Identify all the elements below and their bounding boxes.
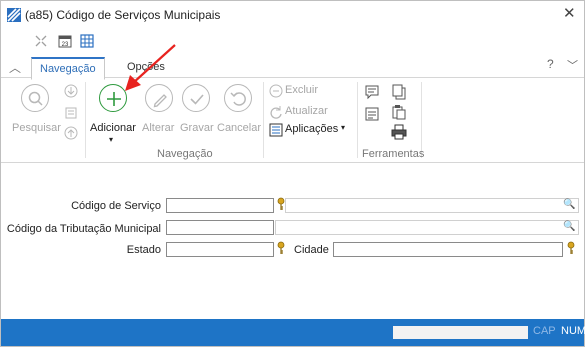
svg-text:23: 23 bbox=[62, 42, 69, 48]
arrow-up-icon[interactable] bbox=[64, 126, 78, 140]
gravar-button[interactable] bbox=[182, 84, 210, 112]
codigo-servico-label: Código de Serviço bbox=[71, 200, 161, 212]
status-bar: CAP NUM bbox=[1, 319, 585, 346]
check-icon bbox=[190, 94, 204, 105]
chevron-up-icon[interactable]: ︿ bbox=[9, 59, 21, 76]
chevron-down-icon[interactable]: ▾ bbox=[109, 135, 113, 144]
codigo-tributacao-label: Código da Tributação Municipal bbox=[6, 223, 161, 235]
group-label-ferramentas: Ferramentas bbox=[362, 148, 425, 160]
form-icon[interactable] bbox=[364, 106, 380, 122]
search-icon bbox=[28, 91, 43, 106]
group-label-navegacao: Navegação bbox=[157, 148, 213, 160]
copy-icon[interactable] bbox=[391, 84, 407, 100]
estado-field[interactable] bbox=[166, 242, 274, 257]
chat-icon[interactable] bbox=[364, 84, 380, 100]
excluir-label: Excluir bbox=[285, 84, 319, 96]
close-icon[interactable]: ✕ bbox=[563, 4, 576, 22]
codigo-servico-description-field[interactable] bbox=[285, 198, 579, 213]
record-icon[interactable] bbox=[64, 106, 78, 120]
cidade-field[interactable] bbox=[333, 242, 563, 257]
separator bbox=[263, 82, 264, 158]
key-icon[interactable] bbox=[277, 197, 285, 211]
search-icon[interactable]: 🔍 bbox=[563, 221, 575, 232]
printer-icon[interactable] bbox=[391, 124, 407, 140]
aplicacoes-label: Aplicações bbox=[285, 123, 339, 135]
cidade-label: Cidade bbox=[294, 244, 329, 256]
app-window: (a85) Código de Serviços Municipais ✕ 23… bbox=[0, 0, 585, 347]
adicionar-label: Adicionar bbox=[90, 122, 136, 134]
num-lock-indicator: NUM bbox=[561, 325, 585, 337]
caps-lock-indicator: CAP bbox=[533, 325, 556, 337]
separator bbox=[357, 82, 358, 158]
ribbon: Pesquisar Adicionar ▾ Alterar Gravar Can… bbox=[1, 78, 584, 163]
tab-navegacao[interactable]: Navegação bbox=[31, 57, 105, 80]
cancelar-button[interactable] bbox=[224, 84, 252, 112]
key-icon[interactable] bbox=[277, 241, 285, 255]
collapse-icon[interactable] bbox=[34, 34, 48, 48]
ribbon-tabs: ︿ Navegação Opções ? ﹀ bbox=[1, 57, 584, 80]
refresh-icon bbox=[270, 106, 282, 119]
separator bbox=[85, 82, 86, 158]
atualizar-label: Atualizar bbox=[285, 105, 328, 117]
annotation-arrow bbox=[125, 44, 176, 91]
app-logo-icon bbox=[7, 8, 21, 22]
search-icon[interactable]: 🔍 bbox=[563, 199, 575, 210]
cancelar-label: Cancelar bbox=[217, 122, 262, 134]
estado-label: Estado bbox=[126, 244, 161, 256]
gravar-label: Gravar bbox=[180, 122, 214, 134]
arrow-down-icon[interactable] bbox=[64, 84, 78, 98]
chevron-down-icon: ▾ bbox=[341, 123, 346, 132]
help-icon[interactable]: ? bbox=[547, 57, 554, 71]
alterar-label: Alterar bbox=[142, 122, 175, 134]
status-progress-box bbox=[393, 326, 528, 339]
separator bbox=[421, 82, 422, 158]
apps-icon bbox=[269, 123, 283, 137]
pesquisar-button[interactable] bbox=[21, 84, 49, 112]
undo-icon bbox=[230, 92, 246, 106]
window-title: (a85) Código de Serviços Municipais bbox=[25, 8, 221, 22]
codigo-tributacao-field[interactable] bbox=[166, 220, 274, 235]
codigo-servico-field[interactable] bbox=[166, 198, 274, 213]
minus-circle-icon bbox=[269, 84, 283, 98]
paste-icon[interactable] bbox=[391, 104, 407, 120]
pesquisar-label: Pesquisar bbox=[12, 122, 61, 134]
chevron-down-icon[interactable]: ﹀ bbox=[567, 57, 578, 73]
title-bar: (a85) Código de Serviços Municipais ✕ bbox=[1, 1, 584, 29]
key-icon[interactable] bbox=[567, 241, 575, 255]
codigo-tributacao-description-field[interactable] bbox=[275, 220, 579, 235]
grid-icon[interactable] bbox=[80, 34, 94, 48]
calendar-icon[interactable]: 23 bbox=[58, 34, 72, 48]
